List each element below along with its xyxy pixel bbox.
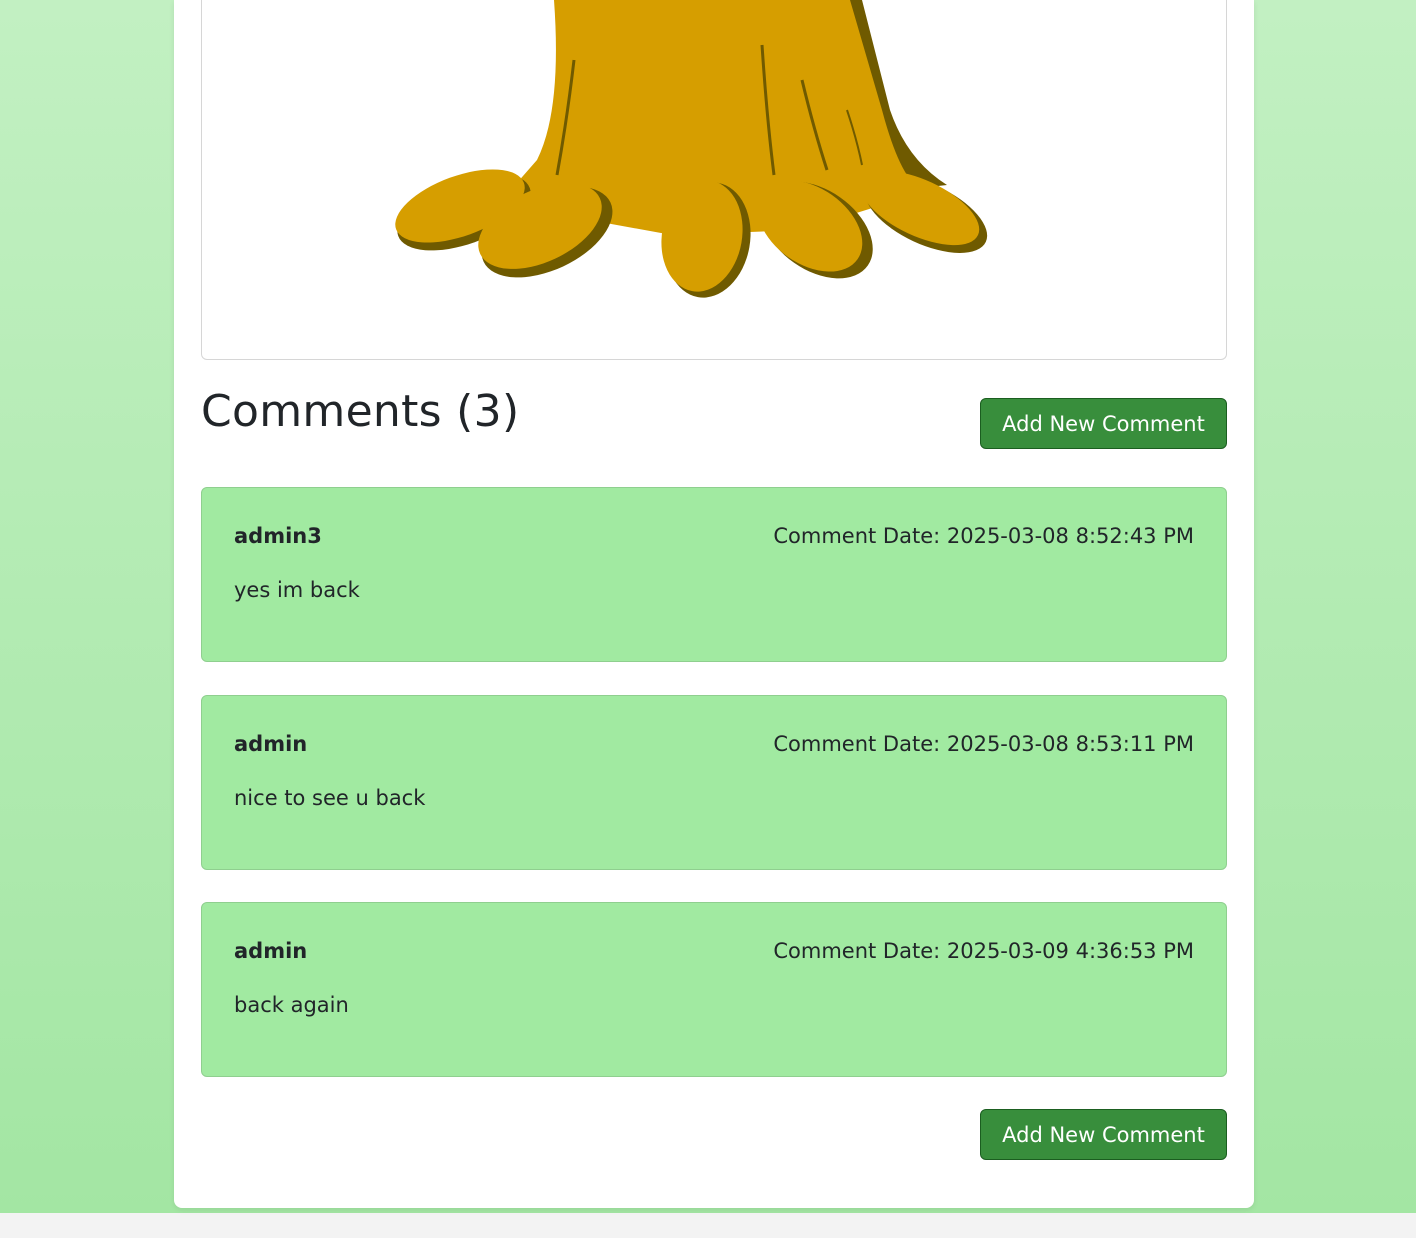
post-image-frame [201, 0, 1227, 360]
comment-author: admin [234, 732, 308, 756]
comment-author: admin3 [234, 524, 322, 548]
post-card: Comments (3) Add New Comment admin3 Comm… [174, 0, 1254, 1208]
comment-date: Comment Date: 2025-03-08 8:52:43 PM [773, 524, 1194, 548]
add-new-comment-button-bottom[interactable]: Add New Comment [980, 1109, 1227, 1160]
add-new-comment-button[interactable]: Add New Comment [980, 398, 1227, 449]
comment-date: Comment Date: 2025-03-08 8:53:11 PM [773, 732, 1194, 756]
comment-card: admin Comment Date: 2025-03-09 4:36:53 P… [201, 902, 1227, 1077]
comment-text: nice to see u back [234, 786, 426, 810]
comment-card: admin Comment Date: 2025-03-08 8:53:11 P… [201, 695, 1227, 870]
tree-stump-icon [395, 0, 988, 298]
comment-author: admin [234, 939, 308, 963]
comment-text: back again [234, 993, 349, 1017]
comment-card: admin3 Comment Date: 2025-03-08 8:52:43 … [201, 487, 1227, 662]
comment-date: Comment Date: 2025-03-09 4:36:53 PM [773, 939, 1194, 963]
comment-text: yes im back [234, 578, 360, 602]
comments-heading: Comments (3) [201, 386, 520, 437]
